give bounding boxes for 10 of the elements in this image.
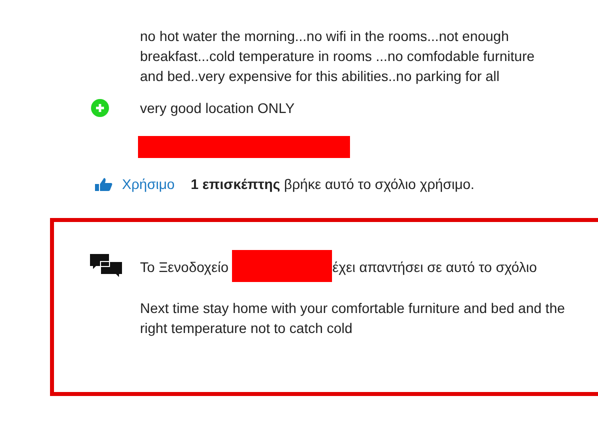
helpful-link[interactable]: Χρήσιμο [122, 174, 175, 194]
chat-icon [90, 254, 122, 278]
plus-icon [91, 99, 109, 117]
reply-header: έχει απαντήσει σε αυτό το σχόλιο [332, 259, 537, 275]
thumbs-up-icon [94, 176, 114, 192]
reply-text: Next time stay home with your comfortable furniture and bed and the right temperature not to catch cold [140, 299, 566, 338]
positive-note: very good location ONLY [140, 99, 295, 118]
helpful-count-text: 1 επισκέπτης βρήκε αυτό το σχόλιο χρήσιμο. [190, 175, 474, 194]
reply-header: Το Ξενοδοχείο [140, 259, 229, 275]
review-text: no hot water the morning...no wifi in the rooms...not enough breakfast...cold temperature in rooms ...no comfodable furniture and bed..very expensive for this abilities..no parking for all [140, 27, 536, 86]
